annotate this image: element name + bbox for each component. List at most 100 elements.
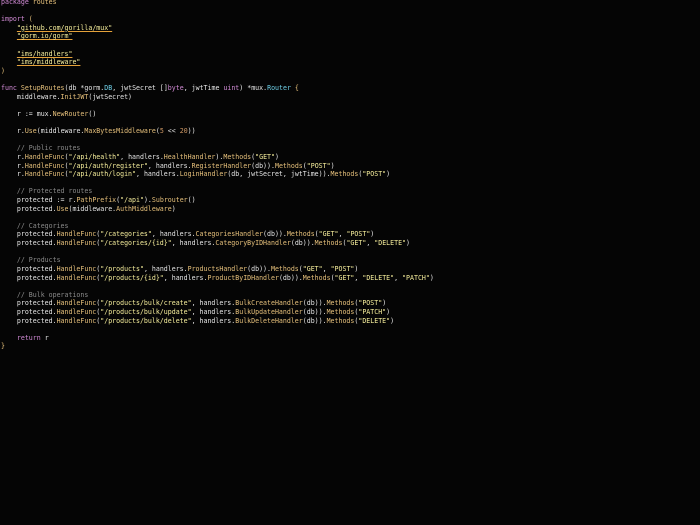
code-token: << xyxy=(163,127,180,136)
code-token: "POST" xyxy=(306,161,331,170)
code-token: ) xyxy=(390,316,395,325)
code-token: r xyxy=(44,333,49,342)
code-token: protected. xyxy=(1,204,57,213)
code-line: r.HandleFunc("/api/auth/login", handlers… xyxy=(1,170,434,179)
code-line: "ims/middleware" xyxy=(1,58,434,67)
code-token: "/products/bulk/create" xyxy=(100,299,192,308)
code-token: HandleFunc xyxy=(56,307,97,316)
code-line: protected.HandleFunc("/categories/{id}",… xyxy=(1,239,434,248)
code-token: "/categories/{id}" xyxy=(100,239,172,248)
code-token: , handlers. xyxy=(191,299,236,308)
code-line: r := mux.NewRouter() xyxy=(1,110,434,119)
code-token: "github.com/gorilla/mux" xyxy=(16,23,113,32)
code-token: HandleFunc xyxy=(24,170,65,179)
code-token: HandleFunc xyxy=(56,316,97,325)
code-token: (db * xyxy=(64,84,85,93)
code-token: HandleFunc xyxy=(24,161,65,170)
code-token: , handlers. xyxy=(171,239,216,248)
code-token: "DELETE" xyxy=(374,239,407,248)
code-line: protected := r.PathPrefix("/api").Subrou… xyxy=(1,196,434,205)
code-token: "ims/handlers" xyxy=(16,49,73,58)
code-line: middleware.InitJWT(jwtSecret) xyxy=(1,93,434,102)
code-line: // Bulk operations xyxy=(1,291,434,300)
code-token: ) * xyxy=(239,84,252,93)
code-editor[interactable]: package routes​import ( "github.com/gori… xyxy=(0,0,700,525)
code-token: "/products" xyxy=(100,264,144,273)
code-token: protected. xyxy=(1,299,57,308)
code-line: // Public routes xyxy=(1,144,434,153)
code-token: HandleFunc xyxy=(56,264,97,273)
code-token: // Bulk operations xyxy=(1,290,89,299)
code-token: (db)). xyxy=(302,307,327,316)
code-token: ) xyxy=(370,230,375,239)
code-token: Methods xyxy=(326,316,355,325)
code-token: r. xyxy=(1,127,25,136)
code-token: PathPrefix xyxy=(76,196,117,205)
code-token: , handlers. xyxy=(120,152,164,161)
code-token: MaxBytesMiddleware xyxy=(84,127,156,136)
code-token: Use xyxy=(56,204,69,213)
code-token: , handlers. xyxy=(163,273,208,282)
code-token: BulkDeleteHandler xyxy=(235,316,303,325)
code-token: ) xyxy=(429,273,434,282)
code-token: r. xyxy=(1,152,25,161)
code-line: protected.HandleFunc("/products/bulk/del… xyxy=(1,317,434,326)
code-token: ) xyxy=(386,307,391,316)
code-token: Methods xyxy=(223,152,252,161)
code-token: 20 xyxy=(179,127,188,136)
code-token: r. xyxy=(1,170,25,179)
code-token: ) xyxy=(275,152,279,161)
code-line: r.HandleFunc("/api/health", handlers.Hea… xyxy=(1,153,434,162)
code-token: "POST" xyxy=(330,264,355,273)
code-token: Methods xyxy=(274,161,303,170)
code-token: Methods xyxy=(302,273,331,282)
code-token: Subrouter xyxy=(151,196,188,205)
code-token: protected := r. xyxy=(1,196,77,205)
code-line: func SetupRoutes(db *gorm.DB, jwtSecret … xyxy=(1,84,434,93)
code-token: func xyxy=(1,84,21,93)
code-token: "POST" xyxy=(346,230,371,239)
code-token: "GET" xyxy=(255,152,275,161)
code-token: import xyxy=(1,15,29,24)
code-line: ​ xyxy=(1,248,434,257)
code-token: , handlers. xyxy=(143,264,188,273)
code-token: ) xyxy=(171,204,176,213)
code-token: ) xyxy=(354,264,359,273)
code-token: "/products/bulk/delete" xyxy=(100,316,192,325)
code-token: mux xyxy=(251,84,264,93)
code-token: BulkCreateHandler xyxy=(235,299,303,308)
code-token: "gorm.io/gorm" xyxy=(16,32,73,41)
code-line: ​ xyxy=(1,325,434,334)
code-token: Use xyxy=(24,127,37,136)
code-token: "GET" xyxy=(334,273,355,282)
code-token: protected. xyxy=(1,264,57,273)
code-token: routes xyxy=(32,0,57,6)
code-token: (db)). xyxy=(247,264,271,273)
code-line: r.HandleFunc("/api/auth/register", handl… xyxy=(1,162,434,171)
code-token: ) xyxy=(382,299,387,308)
code-token: "/api/health" xyxy=(68,152,121,161)
code-token: Methods xyxy=(314,239,343,248)
code-token: ) xyxy=(406,239,411,248)
code-token: BulkUpdateHandler xyxy=(235,307,303,316)
code-token: byte xyxy=(167,84,184,93)
code-token: ) xyxy=(386,170,391,179)
code-token: (db)). xyxy=(278,273,303,282)
code-token: "DELETE" xyxy=(358,316,391,325)
code-area[interactable]: package routes​import ( "github.com/gori… xyxy=(1,0,434,351)
code-token: ProductByIDHandler xyxy=(207,273,279,282)
code-token: Methods xyxy=(330,170,359,179)
code-token: ). xyxy=(143,196,152,205)
code-line: ​ xyxy=(1,75,434,84)
code-token: package xyxy=(1,0,33,6)
code-token: HealthHandler xyxy=(163,152,216,161)
code-line: ​ xyxy=(1,41,434,50)
code-token: "PATCH" xyxy=(402,273,430,282)
code-token: , handlers. xyxy=(147,161,192,170)
code-line: // Products xyxy=(1,256,434,265)
code-token: Methods xyxy=(270,264,299,273)
code-token: "GET" xyxy=(302,264,323,273)
code-token: Methods xyxy=(326,299,355,308)
